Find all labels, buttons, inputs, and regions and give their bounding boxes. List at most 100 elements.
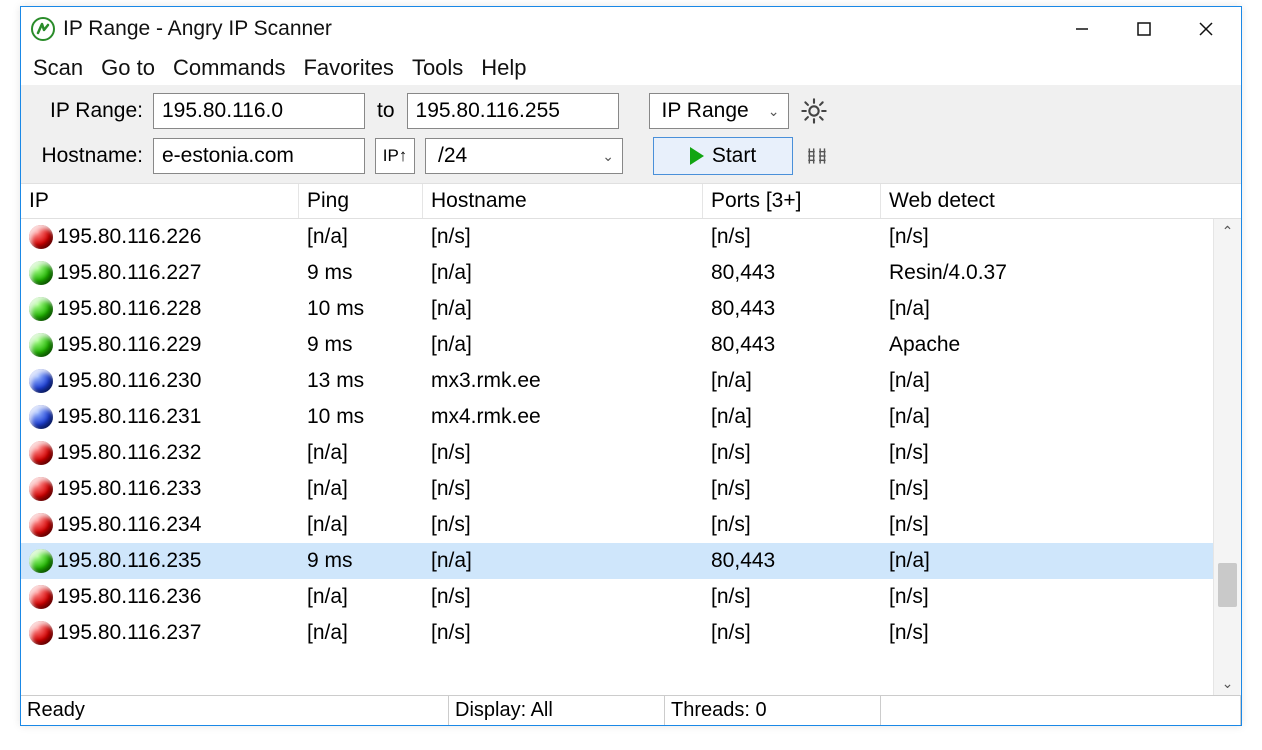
status-icon: [29, 369, 53, 393]
status-icon: [29, 621, 53, 645]
cell-ping: 10 ms: [299, 297, 423, 321]
cell-hostname: [n/s]: [423, 585, 703, 609]
table-row[interactable]: 195.80.116.23110 msmx4.rmk.ee[n/a][n/a]: [21, 399, 1241, 435]
status-icon: [29, 549, 53, 573]
cell-ip: 195.80.116.227: [57, 261, 201, 285]
menu-favorites[interactable]: Favorites: [301, 53, 395, 83]
status-bar: Ready Display: All Threads: 0: [21, 695, 1241, 725]
menu-scan[interactable]: Scan: [31, 53, 85, 83]
chevron-down-icon: ⌄: [602, 148, 614, 165]
cell-hostname: [n/a]: [423, 333, 703, 357]
table-row[interactable]: 195.80.116.232[n/a][n/s][n/s][n/s]: [21, 435, 1241, 471]
cell-hostname: [n/s]: [423, 513, 703, 537]
cell-ports: 80,443: [703, 549, 881, 573]
cell-webdetect: [n/s]: [881, 621, 1213, 645]
column-ping[interactable]: Ping: [299, 184, 423, 218]
status-icon: [29, 441, 53, 465]
cell-ports: [n/s]: [703, 477, 881, 501]
column-ip[interactable]: IP: [21, 184, 299, 218]
status-icon: [29, 585, 53, 609]
cell-hostname: [n/a]: [423, 297, 703, 321]
ip-range-end-input[interactable]: [407, 93, 619, 129]
table-row[interactable]: 195.80.116.233[n/a][n/s][n/s][n/s]: [21, 471, 1241, 507]
ip-up-button[interactable]: IP↑: [375, 138, 415, 174]
cell-webdetect: [n/s]: [881, 513, 1213, 537]
cell-hostname: [n/s]: [423, 441, 703, 465]
vertical-scrollbar[interactable]: ⌃ ⌄: [1213, 219, 1241, 695]
toolbar: IP Range: to IP Range ⌄: [21, 85, 1241, 183]
fetchers-button[interactable]: [803, 141, 833, 171]
table-row[interactable]: 195.80.116.23013 msmx3.rmk.ee[n/a][n/a]: [21, 363, 1241, 399]
cell-webdetect: [n/a]: [881, 405, 1213, 429]
cell-ip: 195.80.116.237: [57, 621, 201, 645]
cell-hostname: [n/a]: [423, 261, 703, 285]
cell-hostname: mx4.rmk.ee: [423, 405, 703, 429]
cell-webdetect: [n/a]: [881, 297, 1213, 321]
ip-range-start-input[interactable]: [153, 93, 365, 129]
table-row[interactable]: 195.80.116.2279 ms[n/a]80,443Resin/4.0.3…: [21, 255, 1241, 291]
scroll-up-arrow[interactable]: ⌃: [1214, 219, 1241, 243]
table-row[interactable]: 195.80.116.22810 ms[n/a]80,443[n/a]: [21, 291, 1241, 327]
cell-ip: 195.80.116.228: [57, 297, 201, 321]
table-row[interactable]: 195.80.116.234[n/a][n/s][n/s][n/s]: [21, 507, 1241, 543]
scroll-track[interactable]: [1214, 243, 1241, 671]
netmask-select[interactable]: /24 ⌄: [425, 138, 623, 174]
scroll-down-arrow[interactable]: ⌄: [1214, 671, 1241, 695]
cell-ping: [n/a]: [299, 441, 423, 465]
cell-ping: 9 ms: [299, 333, 423, 357]
table-row[interactable]: 195.80.116.236[n/a][n/s][n/s][n/s]: [21, 579, 1241, 615]
feeder-type-select[interactable]: IP Range ⌄: [649, 93, 789, 129]
menu-goto[interactable]: Go to: [99, 53, 157, 83]
cell-ping: [n/a]: [299, 585, 423, 609]
status-icon: [29, 297, 53, 321]
app-icon: [31, 17, 55, 41]
menu-help[interactable]: Help: [479, 53, 528, 83]
cell-ip: 195.80.116.234: [57, 513, 201, 537]
menu-tools[interactable]: Tools: [410, 53, 465, 83]
cell-webdetect: [n/s]: [881, 225, 1213, 249]
title-bar: IP Range - Angry IP Scanner: [21, 7, 1241, 51]
results-list: 195.80.116.226[n/a][n/s][n/s][n/s] 195.80…: [21, 219, 1241, 695]
start-button[interactable]: Start: [653, 137, 793, 175]
cell-webdetect: [n/s]: [881, 585, 1213, 609]
table-row[interactable]: 195.80.116.226[n/a][n/s][n/s][n/s]: [21, 219, 1241, 255]
cell-ping: 9 ms: [299, 261, 423, 285]
status-display: Display: All: [449, 696, 665, 725]
cell-ping: 9 ms: [299, 549, 423, 573]
status-icon: [29, 261, 53, 285]
preferences-button[interactable]: [799, 96, 829, 126]
cell-ip: 195.80.116.232: [57, 441, 201, 465]
status-icon: [29, 513, 53, 537]
status-icon: [29, 477, 53, 501]
close-button[interactable]: [1175, 7, 1237, 51]
maximize-button[interactable]: [1113, 7, 1175, 51]
ip-range-label: IP Range:: [31, 99, 143, 123]
cell-hostname: [n/s]: [423, 477, 703, 501]
column-ports[interactable]: Ports [3+]: [703, 184, 881, 218]
cell-ports: [n/s]: [703, 225, 881, 249]
table-row[interactable]: 195.80.116.2299 ms[n/a]80,443Apache: [21, 327, 1241, 363]
menu-commands[interactable]: Commands: [171, 53, 287, 83]
table-row[interactable]: 195.80.116.237[n/a][n/s][n/s][n/s]: [21, 615, 1241, 651]
scroll-thumb[interactable]: [1218, 563, 1237, 607]
column-webdetect[interactable]: Web detect: [881, 189, 1211, 213]
play-icon: [690, 147, 704, 165]
status-empty: [881, 696, 1241, 725]
column-hostname[interactable]: Hostname: [423, 184, 703, 218]
cell-hostname: [n/s]: [423, 225, 703, 249]
main-window: IP Range - Angry IP Scanner Scan Go to C…: [20, 6, 1242, 726]
cell-ports: [n/s]: [703, 621, 881, 645]
cell-ping: [n/a]: [299, 225, 423, 249]
minimize-button[interactable]: [1051, 7, 1113, 51]
status-icon: [29, 333, 53, 357]
cell-webdetect: Resin/4.0.37: [881, 261, 1213, 285]
cell-ip: 195.80.116.231: [57, 405, 201, 429]
cell-ping: 13 ms: [299, 369, 423, 393]
status-icon: [29, 405, 53, 429]
cell-ip: 195.80.116.233: [57, 477, 201, 501]
cell-webdetect: [n/s]: [881, 441, 1213, 465]
netmask-value: /24: [438, 144, 467, 168]
hostname-input[interactable]: [153, 138, 365, 174]
table-row[interactable]: 195.80.116.2359 ms[n/a]80,443[n/a]: [21, 543, 1241, 579]
window-controls: [1051, 7, 1237, 51]
